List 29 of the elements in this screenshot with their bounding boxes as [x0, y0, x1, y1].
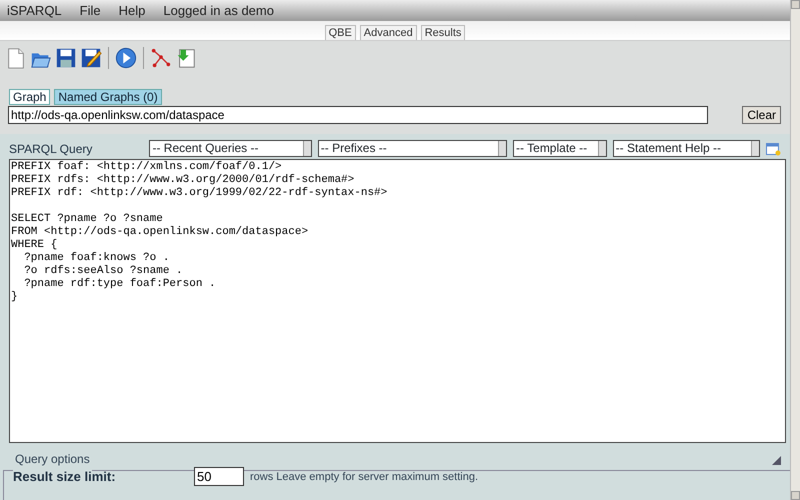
play-icon[interactable] — [115, 47, 137, 69]
fieldset-legend: Query options — [13, 454, 92, 464]
login-status: Logged in as demo — [163, 2, 274, 20]
menu-item[interactable]: File — [80, 0, 101, 20]
dropdown[interactable]: -- Statement Help -- — [612, 140, 760, 157]
query-label: SPARQL Query — [9, 140, 94, 158]
new-window-icon[interactable] — [766, 142, 781, 156]
limit-field[interactable]: 50 — [194, 467, 244, 486]
menu-item[interactable]: iSPARQL — [7, 0, 62, 20]
query-editor[interactable]: PREFIX foaf: <http://xmlns.com/foaf/0.1/> PREFIX rdfs: <http://www.w3.org/2000/01/rdf-schema#> PREFIX rdf: <http://www.w3.org/1999/02/22-rdf-syntax-ns#> SELECT ?pname ?o ?sname FROM <http://ods-qa.openlinksw.com/dataspace> WHERE { ?pname foaf:knows ?o . ?o rdfs:seeAlso ?sname . ?pname rdf:type foaf:Person . } — [9, 159, 786, 443]
graph-tab[interactable]: Graph — [9, 89, 50, 105]
scrollbar[interactable] — [790, 0, 800, 500]
new-file-icon[interactable] — [5, 47, 27, 69]
menu-item[interactable]: Help — [118, 0, 146, 20]
clear-button[interactable]: Clear — [742, 106, 781, 124]
dropdown[interactable]: -- Template -- — [513, 140, 607, 157]
view-tab[interactable]: Results — [420, 25, 466, 40]
graph-url-field[interactable]: http://ods-qa.openlinksw.com/dataspace — [8, 106, 708, 124]
view-tab[interactable]: QBE — [324, 25, 356, 40]
dropdown[interactable]: -- Recent Queries -- — [149, 140, 312, 157]
resize-grip-icon[interactable] — [772, 456, 781, 465]
graph-tab[interactable]: Named Graphs (0) — [54, 89, 162, 105]
view-tab[interactable]: Advanced — [360, 25, 417, 40]
save-icon[interactable] — [55, 47, 77, 69]
dropdown[interactable]: -- Prefixes -- — [318, 140, 508, 157]
limit-label: Result size limit: — [13, 468, 117, 486]
save-as-icon[interactable] — [80, 47, 102, 69]
limit-hint: rows Leave empty for server maximum setting. — [250, 470, 478, 484]
graph-icon[interactable] — [150, 47, 172, 69]
